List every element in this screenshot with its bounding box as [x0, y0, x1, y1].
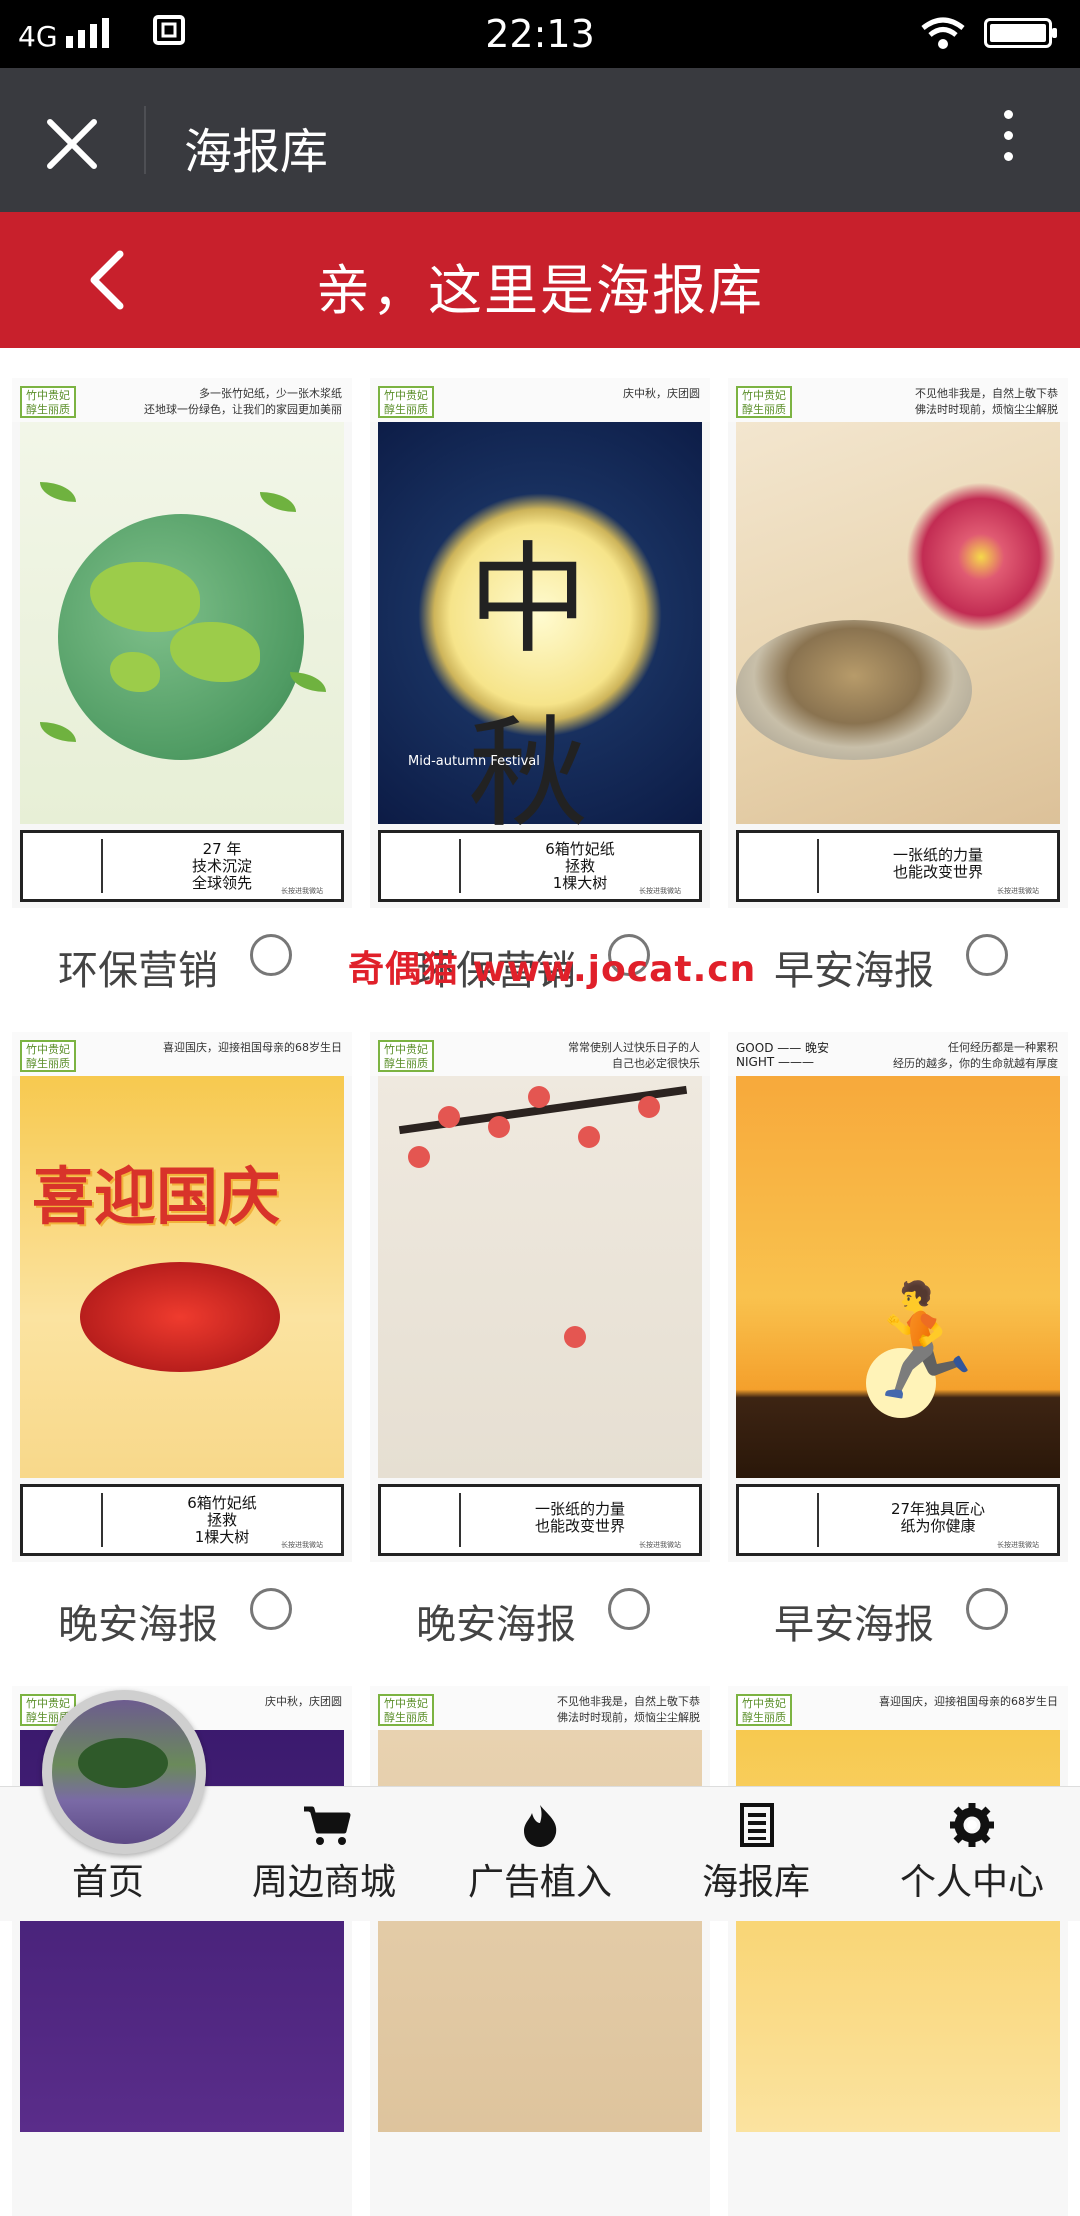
- art-title: 喜迎国庆: [32, 1160, 281, 1233]
- section-header: 亲，这里是海报库: [0, 212, 1080, 348]
- poster-footer: 长按进我微站: [281, 1541, 323, 1549]
- select-radio[interactable]: [250, 1588, 292, 1630]
- poster-tagline: 多一张竹妃纸，少一张木浆纸 还地球一份绿色，让我们的家园更加美丽: [144, 387, 342, 416]
- poster-message: 一张纸的力量 也能改变世界: [534, 1500, 625, 1535]
- poster-message-box: 一张纸的力量 也能改变世界 长按进我微站: [736, 830, 1060, 902]
- poster-tagline: 常常使别人过快乐日子的人 自己也必定很快乐: [568, 1041, 700, 1070]
- poster-message: 6箱竹妃纸 拯救 1棵大树: [187, 1494, 257, 1546]
- national-day-illustration: 喜迎国庆: [20, 1076, 344, 1478]
- header-title: 亲，这里是海报库: [316, 259, 764, 322]
- status-bar: 4G 22:13: [0, 0, 1080, 68]
- poster-footer: 长按进我微站: [639, 887, 681, 895]
- more-vertical-icon[interactable]: [996, 110, 1020, 170]
- poster-label: 早安海报: [774, 1602, 934, 1648]
- poster-tagline: 不见他非我是，自然上敬下恭 佛法时时现前，烦恼尘尘解脱: [557, 1695, 700, 1724]
- brand-logo: 竹中贵妃 醇生丽质: [378, 386, 434, 418]
- gear-icon: [950, 1803, 994, 1847]
- calligraphy-art: 中秋: [468, 531, 588, 844]
- poster-message: 6箱竹妃纸 拯救 1棵大树: [545, 840, 615, 892]
- poster-tagline: 喜迎国庆，迎接祖国母亲的68岁生日: [879, 1695, 1058, 1708]
- nav-item-ads[interactable]: 广告植入: [432, 1787, 648, 1921]
- title-divider: [144, 106, 146, 174]
- list-doc-icon: [740, 1803, 774, 1847]
- poster-image[interactable]: GOOD —— 晚安 NIGHT ——— 任何经历都是一种累积 经历的越多，你的…: [728, 1032, 1068, 1562]
- poster-message-box: 27 年 技术沉淀 全球领先 长按进我微站: [20, 830, 344, 902]
- poster-image[interactable]: 竹中贵妃 醇生丽质 常常使别人过快乐日子的人 自己也必定很快乐 一张纸的力量 也…: [370, 1032, 710, 1562]
- poster-tagline: 任何经历都是一种累积 经历的越多，你的生命就越有厚度: [893, 1041, 1058, 1070]
- sunset-runner-illustration: 🏃: [736, 1076, 1060, 1478]
- brand-logo: 竹中贵妃 醇生丽质: [736, 386, 792, 418]
- brand-logo: 竹中贵妃 醇生丽质: [20, 1040, 76, 1072]
- poster-image[interactable]: 竹中贵妃 醇生丽质 喜迎国庆，迎接祖国母亲的68岁生日: [728, 1686, 1068, 2216]
- clock: 22:13: [485, 12, 595, 56]
- poster-tagline: 不见他非我是，自然上敬下恭 佛法时时现前，烦恼尘尘解脱: [915, 387, 1058, 416]
- tea-illustration: [736, 422, 1060, 824]
- poster-image[interactable]: 竹中贵妃 醇生丽质 不见他非我是，自然上敬下恭 佛法时时现前，烦恼尘尘解脱: [370, 1686, 710, 2216]
- wifi-icon: [921, 17, 965, 49]
- nav-item-shop[interactable]: 周边商城: [216, 1787, 432, 1921]
- poster-message-box: 6箱竹妃纸 拯救 1棵大树 长按进我微站: [20, 1484, 344, 1556]
- nav-item-posters[interactable]: 海报库: [648, 1787, 864, 1921]
- art-caption: Mid-autumn Festival: [408, 754, 540, 769]
- brand-logo: GOOD —— 晚安 NIGHT ———: [736, 1041, 830, 1069]
- poster-footer: 长按进我微站: [639, 1541, 681, 1549]
- poster-message: 一张纸的力量 也能改变世界: [892, 846, 983, 881]
- moon-illustration: 中秋 Mid-autumn Festival: [378, 422, 702, 844]
- nav-item-profile[interactable]: 个人中心: [864, 1787, 1080, 1921]
- nav-label: 个人中心: [899, 1862, 1044, 1903]
- nav-label: 海报库: [701, 1862, 810, 1903]
- battery-icon: [984, 18, 1057, 48]
- cart-icon: [304, 1806, 351, 1845]
- poster-message: 27年独具匠心 纸为你健康: [890, 1500, 986, 1535]
- poster-label: 早安海报: [774, 948, 934, 994]
- poster-footer: 长按进我微站: [997, 1541, 1039, 1549]
- poster-tagline: 庆中秋，庆团圆: [623, 387, 700, 400]
- poster-image[interactable]: 竹中贵妃 醇生丽质 不见他非我是，自然上敬下恭 佛法时时现前，烦恼尘尘解脱 一张…: [728, 378, 1068, 908]
- plum-blossom-illustration: [378, 1076, 702, 1478]
- site-watermark: 奇偶猫 www.jocat.cn: [348, 949, 757, 990]
- nav-label: 广告植入: [467, 1862, 612, 1903]
- home-avatar-icon[interactable]: [42, 1690, 206, 1854]
- select-radio[interactable]: [966, 1588, 1008, 1630]
- poster-image[interactable]: 竹中贵妃 醇生丽质 庆中秋，庆团圆 中秋 Mid-autumn Festival…: [370, 378, 710, 908]
- runner-icon: 🏃: [852, 1277, 989, 1405]
- page-title: 海报库: [184, 124, 329, 180]
- app-title-bar: 海报库: [0, 68, 1080, 212]
- poster-footer: 长按进我微站: [281, 887, 323, 895]
- poster-label: 晚安海报: [58, 1602, 218, 1648]
- poster-message-box: 6箱竹妃纸 拯救 1棵大树 长按进我微站: [378, 830, 702, 902]
- brand-logo: 竹中贵妃 醇生丽质: [378, 1040, 434, 1072]
- nav-label: 首页: [71, 1862, 144, 1903]
- poster-footer: 长按进我微站: [997, 887, 1039, 895]
- poster-label: 晚安海报: [416, 1602, 576, 1648]
- poster-tagline: 喜迎国庆，迎接祖国母亲的68岁生日: [163, 1041, 342, 1054]
- brand-logo: 竹中贵妃 醇生丽质: [20, 386, 76, 418]
- earth-illustration: [20, 422, 344, 824]
- poster-message: 27 年 技术沉淀 全球领先: [191, 840, 252, 892]
- select-radio[interactable]: [608, 1588, 650, 1630]
- poster-message-box: 27年独具匠心 纸为你健康 长按进我微站: [736, 1484, 1060, 1556]
- brand-logo: 竹中贵妃 醇生丽质: [736, 1694, 792, 1726]
- poster-label: 环保营销: [58, 948, 218, 994]
- close-icon[interactable]: [44, 116, 100, 172]
- brand-logo: 竹中贵妃 醇生丽质: [378, 1694, 434, 1726]
- poster-message-box: 一张纸的力量 也能改变世界 长按进我微站: [378, 1484, 702, 1556]
- select-radio[interactable]: [966, 934, 1008, 976]
- nav-label: 周边商城: [251, 1862, 396, 1903]
- poster-image[interactable]: 竹中贵妃 醇生丽质 喜迎国庆，迎接祖国母亲的68岁生日 喜迎国庆 6箱竹妃纸 拯…: [12, 1032, 352, 1562]
- poster-image[interactable]: 竹中贵妃 醇生丽质 多一张竹妃纸，少一张木浆纸 还地球一份绿色，让我们的家园更加…: [12, 378, 352, 908]
- flame-icon: [524, 1805, 557, 1847]
- select-radio[interactable]: [250, 934, 292, 976]
